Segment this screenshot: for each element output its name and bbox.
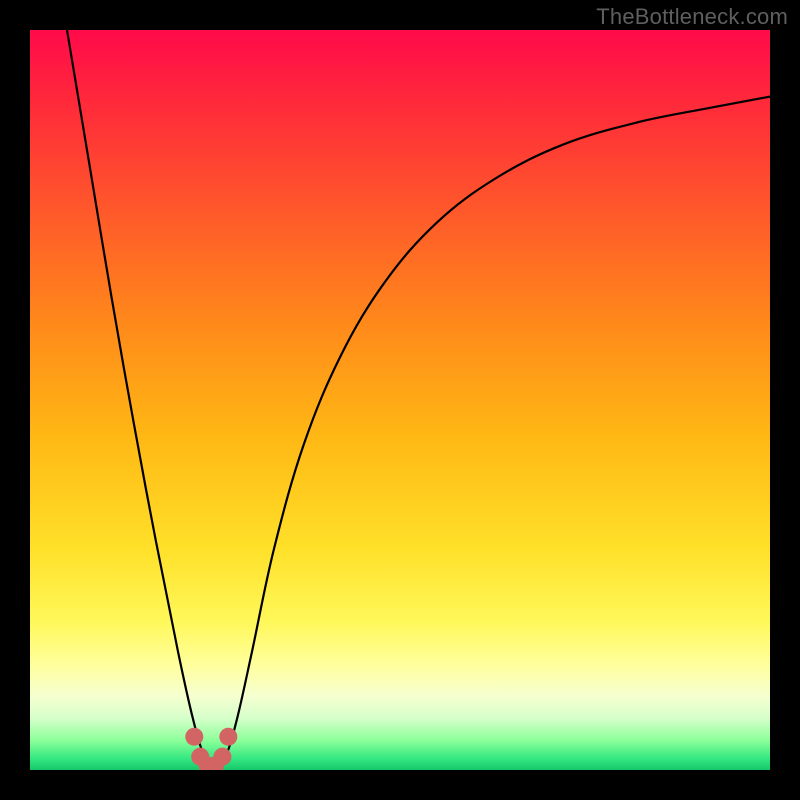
chart-frame xyxy=(30,30,770,770)
marker-dot xyxy=(213,748,231,766)
watermark-label: TheBottleneck.com xyxy=(596,4,788,30)
marker-dot xyxy=(219,728,237,746)
bottleneck-chart xyxy=(30,30,770,770)
marker-dot xyxy=(185,728,203,746)
gradient-background xyxy=(30,30,770,770)
